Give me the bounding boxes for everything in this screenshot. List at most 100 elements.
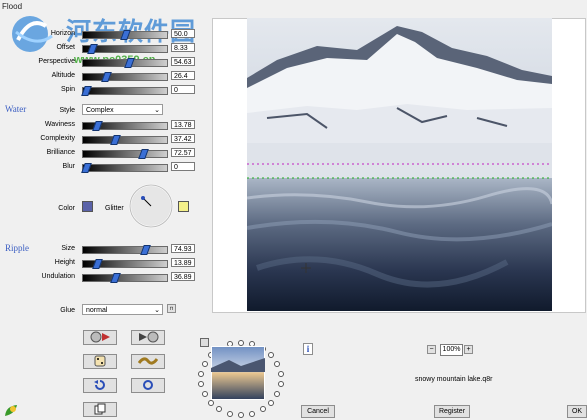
play-next-icon (139, 331, 159, 343)
wave-button[interactable] (131, 354, 165, 369)
water-label: Complexity (40, 135, 75, 142)
water-value-input[interactable]: 72.57 (171, 148, 195, 157)
slider-thumb[interactable] (81, 86, 92, 96)
view-value-input[interactable]: 0 (171, 85, 195, 94)
ripple-slider[interactable] (82, 273, 168, 283)
preset-dot[interactable] (274, 361, 281, 368)
glue-label: Glue (60, 307, 75, 314)
ripple-value-input[interactable]: 74.93 (171, 244, 195, 253)
water-value-input[interactable]: 37.42 (171, 134, 195, 143)
glue-select-value: normal (86, 307, 108, 314)
ripple-value-input[interactable]: 13.89 (171, 258, 195, 267)
view-label: Altitude (51, 72, 75, 79)
style-label: Style (59, 107, 75, 114)
next-preset-button[interactable] (131, 330, 165, 345)
dice-icon (94, 355, 106, 367)
view-label: Spin (60, 86, 75, 93)
water-label: Brilliance (46, 149, 75, 156)
ripple-label: Undulation (41, 273, 75, 280)
preset-dot[interactable] (249, 410, 256, 417)
slider-thumb[interactable] (87, 44, 98, 54)
view-value-input[interactable]: 54.63 (171, 57, 195, 66)
preset-dot[interactable] (198, 381, 205, 388)
preset-dot[interactable] (226, 410, 233, 417)
zoom-in-button[interactable]: + (464, 345, 473, 354)
slider-thumb[interactable] (110, 273, 121, 283)
preset-dot[interactable] (277, 370, 284, 377)
water-value-input[interactable]: 0 (171, 162, 195, 171)
preset-dot[interactable] (238, 412, 244, 418)
water-slider[interactable] (82, 121, 168, 131)
ripple-slider[interactable] (82, 245, 168, 255)
register-button[interactable]: Register (434, 405, 470, 418)
undo-button[interactable] (83, 378, 117, 393)
reset-button[interactable] (131, 378, 165, 393)
view-slider[interactable] (82, 30, 168, 40)
ok-button[interactable]: OK (567, 405, 587, 418)
slider-thumb[interactable] (81, 163, 92, 173)
glitter-color-swatch[interactable] (178, 201, 189, 212)
glue-options-button[interactable]: ⊓ (167, 304, 176, 313)
info-button[interactable]: i (303, 343, 313, 355)
water-value-input[interactable]: 13.78 (171, 120, 195, 129)
water-slider[interactable] (82, 149, 168, 159)
view-label: Horizon (50, 30, 75, 37)
view-slider[interactable] (82, 72, 168, 82)
slider-thumb[interactable] (140, 245, 151, 255)
view-slider[interactable] (82, 44, 168, 54)
zoom-out-button[interactable]: − (427, 345, 436, 354)
play-random-icon (90, 331, 110, 343)
view-label: Perspective (38, 58, 75, 65)
water-label: Blur (62, 163, 75, 170)
water-slider[interactable] (82, 135, 168, 145)
style-select-value: Complex (86, 107, 114, 114)
water-color-swatch[interactable] (82, 201, 93, 212)
zoom-level: 100% (440, 344, 463, 356)
view-slider[interactable] (82, 58, 168, 68)
random-play-button[interactable] (83, 330, 117, 345)
preset-dot[interactable] (207, 399, 214, 406)
view-value-input[interactable]: 8.33 (171, 43, 195, 52)
cancel-button[interactable]: Cancel (301, 405, 335, 418)
view-value-input[interactable]: 26.4 (171, 71, 195, 80)
preset-marker-icon[interactable] (200, 338, 209, 347)
view-slider[interactable] (81, 86, 168, 96)
water-slider[interactable] (81, 163, 168, 173)
preset-dot[interactable] (268, 399, 275, 406)
preset-dot[interactable] (216, 406, 223, 413)
slider-thumb[interactable] (92, 259, 103, 269)
preset-dot[interactable] (201, 390, 208, 397)
view-label: Offset (56, 44, 75, 51)
ripple-slider[interactable] (82, 259, 168, 269)
preset-dot[interactable] (274, 390, 281, 397)
copy-button[interactable] (83, 402, 117, 417)
chevron-down-icon: ⌄ (154, 107, 160, 114)
preset-thumbnail[interactable] (211, 346, 265, 400)
glue-select[interactable]: normal ⌄ (82, 304, 163, 315)
slider-thumb[interactable] (120, 30, 131, 40)
slider-thumb[interactable] (92, 121, 103, 131)
app-logo-icon (5, 405, 17, 416)
slider-thumb[interactable] (138, 149, 149, 159)
wave-icon (137, 357, 159, 365)
water-label: Waviness (44, 121, 75, 128)
copy-icon (94, 403, 106, 415)
slider-thumb[interactable] (101, 72, 112, 82)
glitter-direction-dial[interactable] (128, 183, 174, 229)
preset-name: snowy mountain lake.q8r (415, 376, 493, 383)
view-value-input[interactable]: 50.0 (171, 29, 195, 38)
preset-dot[interactable] (277, 381, 284, 388)
style-select[interactable]: Complex ⌄ (82, 104, 163, 115)
preset-dot[interactable] (259, 406, 266, 413)
randomize-button[interactable] (83, 354, 117, 369)
undo-icon (94, 380, 105, 390)
preset-dot[interactable] (201, 361, 208, 368)
slider-thumb[interactable] (124, 58, 135, 68)
preset-browser (196, 338, 288, 420)
slider-thumb[interactable] (110, 135, 121, 145)
preset-dot[interactable] (268, 352, 275, 359)
preview-image[interactable] (247, 18, 552, 311)
ripple-label: Size (61, 245, 75, 252)
ripple-value-input[interactable]: 36.89 (171, 272, 195, 281)
preset-dot[interactable] (198, 370, 205, 377)
